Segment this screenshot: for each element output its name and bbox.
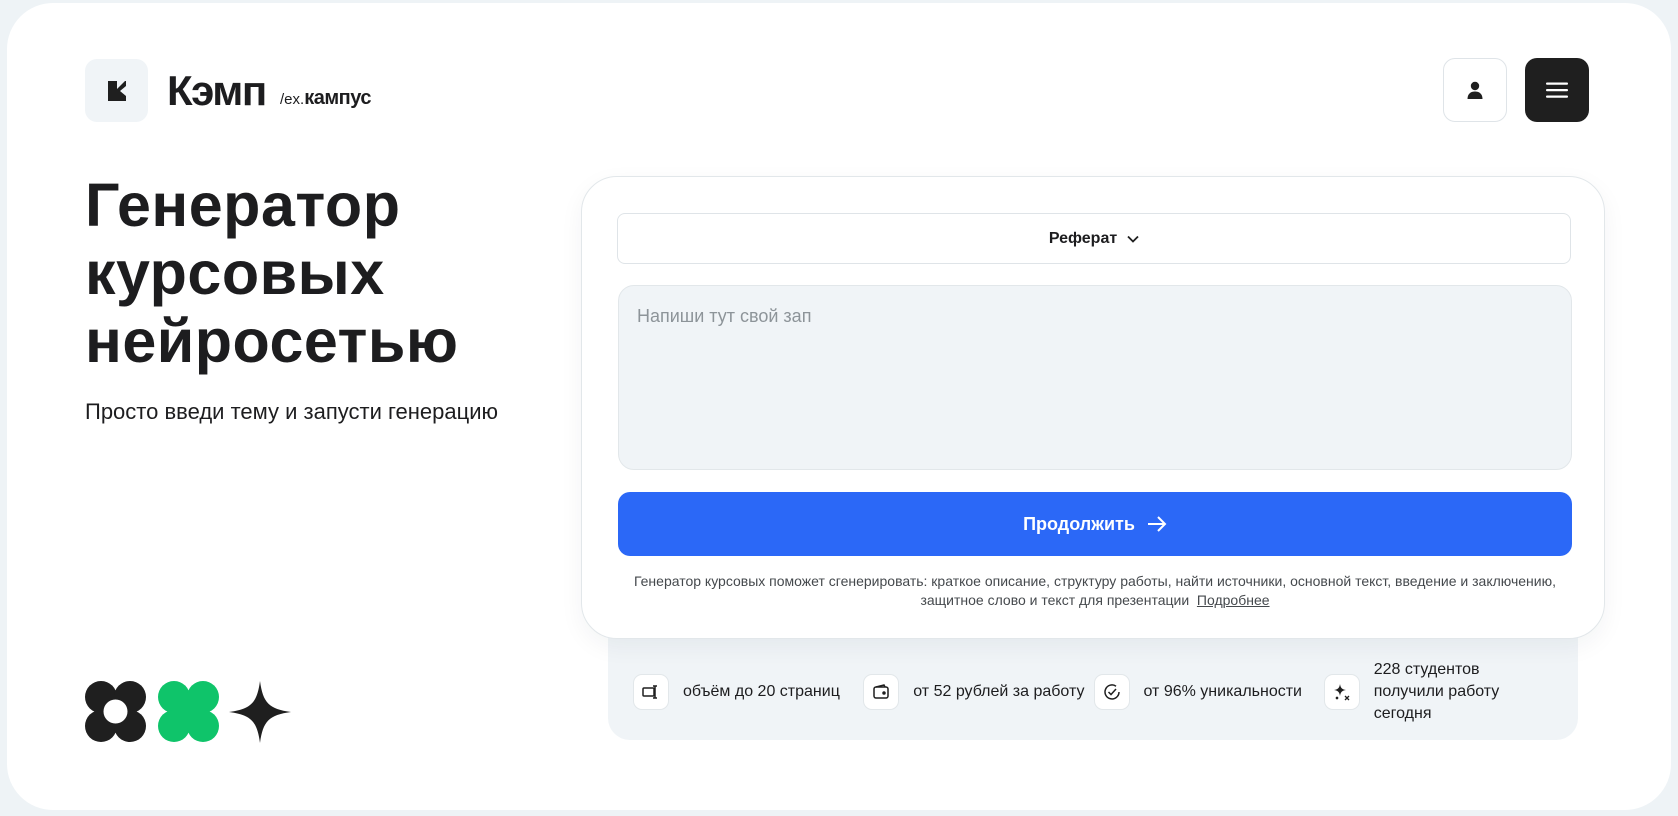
brand-sub-prefix: /ex. (280, 91, 305, 108)
feature-uniqueness: от 96% уникальности (1093, 673, 1324, 710)
wallet-icon (863, 673, 900, 710)
feature-price: от 52 рублей за работу (863, 673, 1093, 710)
feature-uniqueness-text: от 96% уникальности (1143, 682, 1302, 700)
hamburger-menu-icon (1546, 82, 1568, 98)
features-strip: объём до 20 страниц от 52 рублей за рабо… (608, 623, 1578, 740)
continue-button-label: Продолжить (1023, 513, 1135, 534)
user-icon (1467, 81, 1483, 99)
pages-icon (633, 673, 669, 710)
check-circle-icon (1093, 673, 1130, 710)
black-star-icon (229, 681, 291, 743)
decorative-shapes (85, 681, 291, 743)
page-title: Генератор курсовых нейросетью (85, 171, 565, 375)
generator-form: Реферат Продолжить Генератор курсовых по… (581, 176, 1605, 639)
chevron-down-icon (1127, 235, 1139, 243)
feature-students: 228 студентов получили работу сегодня (1323, 659, 1554, 725)
feature-price-text: от 52 рублей за работу (913, 682, 1085, 700)
title-line-2: курсовых (85, 239, 385, 307)
brand-sub-word: кампус (304, 87, 371, 109)
topic-input[interactable] (618, 285, 1572, 470)
note-line-2: защитное слово и текст для презентации (920, 592, 1190, 608)
continue-button[interactable]: Продолжить (618, 492, 1572, 556)
page-card: Кэмп /ex.кампус Генератор курсовых нейро… (7, 3, 1671, 810)
black-flower-icon (85, 681, 146, 742)
logo[interactable] (85, 59, 148, 122)
form-note: Генератор курсовых поможет сгенерировать… (618, 572, 1572, 610)
brand-name: Кэмп (167, 67, 267, 114)
work-type-select[interactable]: Реферат (617, 213, 1571, 264)
note-line-1: Генератор курсовых поможет сгенерировать… (634, 573, 1556, 589)
title-line-1: Генератор (85, 171, 401, 239)
k-logo-icon (107, 80, 126, 101)
profile-button[interactable] (1443, 58, 1507, 122)
feature-students-text: 228 студентов получили работу сегодня (1373, 660, 1500, 722)
work-type-value: Реферат (1048, 229, 1118, 247)
sparkle-icon (1323, 673, 1360, 710)
green-clover-icon (158, 681, 219, 742)
menu-button[interactable] (1525, 58, 1589, 122)
feature-pages-text: объём до 20 страниц (683, 682, 840, 700)
feature-pages: объём до 20 страниц (633, 673, 863, 710)
title-line-3: нейросетью (85, 307, 459, 375)
page-subtitle: Просто введи тему и запусти генерацию (85, 399, 499, 424)
arrow-right-icon (1147, 516, 1167, 532)
brand-subtitle: /ex.кампус (280, 86, 371, 112)
more-link[interactable]: Подробнее (1197, 592, 1270, 608)
